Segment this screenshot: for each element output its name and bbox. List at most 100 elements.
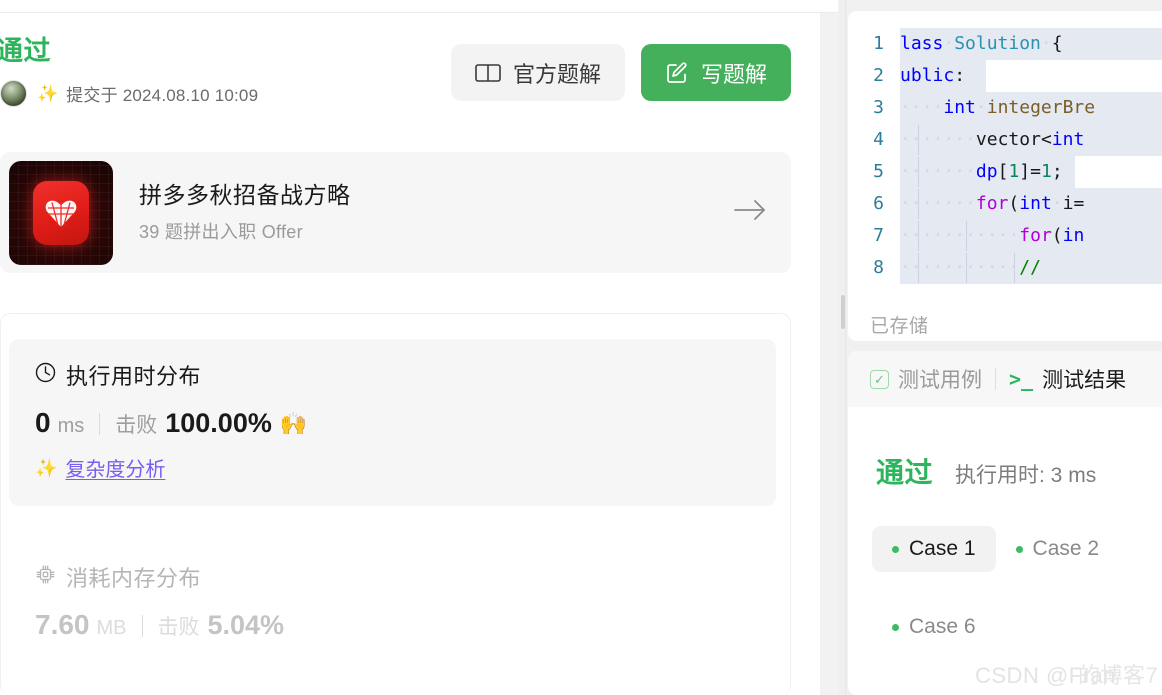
submitted-timestamp: 提交于 2024.08.10 10:09 — [66, 86, 259, 105]
left-panel-scrollbar-track[interactable] — [820, 13, 838, 695]
line-number: 5 — [873, 161, 884, 182]
line-number: 8 — [873, 257, 884, 278]
code-line-content[interactable]: ·······for(int·i= — [900, 188, 1162, 220]
code-token: · — [997, 257, 1009, 278]
promo-thumbnail — [9, 160, 113, 265]
code-line-content[interactable]: ···········// — [900, 252, 1162, 284]
official-solution-button[interactable]: 官方题解 — [450, 44, 625, 101]
code-line[interactable]: 5 ·······dp[1]=1; — [848, 156, 1162, 188]
code-editor[interactable]: 1 lass·Solution·{2 ublic: 3 ····int·integerB… — [848, 28, 1162, 284]
metric-separator — [141, 615, 143, 637]
code-line-content[interactable]: ···········for(in — [900, 220, 1162, 252]
tab-test-cases-label: 测试用例 — [898, 369, 982, 392]
code-token: · — [910, 129, 922, 150]
code-line[interactable]: 2 ublic: — [848, 60, 1162, 92]
memory-distribution-block[interactable]: 消耗内存分布 7.60 MB 击败 5.04% — [9, 541, 776, 661]
code-line[interactable]: 1 lass·Solution·{ — [848, 28, 1162, 60]
code-token: · — [921, 257, 933, 278]
code-token: · — [986, 257, 998, 278]
code-token: [ — [997, 161, 1009, 182]
code-token: · — [954, 129, 966, 150]
code-token: · — [910, 225, 922, 246]
code-editor-card[interactable]: 1 lass·Solution·{2 ublic: 3 ····int·integerB… — [848, 11, 1162, 341]
runtime-beat-label: 击败 — [115, 414, 158, 437]
write-solution-button[interactable]: 写题解 — [640, 44, 791, 101]
code-line[interactable]: 4 ·······vector<int — [848, 124, 1162, 156]
pencil-square-icon — [665, 61, 689, 85]
terminal-icon: >_ — [1009, 367, 1034, 391]
code-token: · — [1008, 225, 1020, 246]
test-case-list-row-2: Case 6 — [872, 604, 996, 650]
test-case-list-row-1: Case 1 Case 2 — [872, 526, 1162, 572]
test-case-chip[interactable]: Case 2 — [996, 526, 1120, 572]
write-solution-label: 写题解 — [700, 61, 767, 87]
code-token: · — [921, 129, 933, 150]
memory-unit: MB — [96, 617, 127, 639]
complexity-analysis-link[interactable]: ✨ 复杂度分析 — [35, 453, 165, 482]
raising-hands-icon: 🙌 — [279, 411, 308, 436]
case-status-dot — [892, 623, 899, 631]
code-line[interactable]: 3 ····int·integerBre — [848, 92, 1162, 124]
runtime-unit: ms — [57, 415, 85, 437]
code-token: for — [975, 193, 1009, 214]
code-line-content[interactable]: ·······vector<int — [900, 124, 1162, 156]
tab-separator — [995, 368, 996, 390]
line-number: 4 — [873, 129, 884, 150]
code-line-content[interactable]: ublic: — [900, 60, 1162, 92]
avatar[interactable] — [0, 80, 27, 107]
code-token: int — [1051, 129, 1085, 150]
code-line[interactable]: 8 ···········// — [848, 252, 1162, 284]
code-line-content[interactable]: ·······dp[1]=1; — [900, 156, 1162, 188]
code-line[interactable]: 7 ···········for(in — [848, 220, 1162, 252]
memory-metric-row: 7.60 MB 击败 5.04% — [35, 609, 750, 641]
submission-verdict: 通过 — [0, 36, 51, 66]
code-token: ublic — [900, 65, 955, 86]
indent-guide — [918, 125, 919, 155]
code-token: · — [954, 193, 966, 214]
code-token: · — [1040, 33, 1052, 54]
code-line-content[interactable]: lass·Solution·{ — [900, 28, 1162, 60]
promo-card[interactable]: 拼多多秋招备战方略 39 题拼出入职 Offer — [0, 152, 791, 273]
code-token: · — [954, 257, 966, 278]
code-token: · — [900, 225, 911, 246]
code-token: · — [943, 161, 955, 182]
code-token: · — [943, 33, 955, 54]
code-token: · — [965, 129, 976, 150]
test-case-chip[interactable]: Case 6 — [872, 604, 996, 650]
official-solution-label: 官方题解 — [512, 61, 601, 87]
complexity-analysis-label: 复杂度分析 — [65, 459, 166, 481]
code-token: · — [921, 97, 933, 118]
code-token: · — [932, 193, 944, 214]
code-token: vector — [975, 129, 1041, 150]
code-token: for — [1019, 225, 1052, 246]
indent-guide — [918, 189, 919, 219]
code-token: · — [932, 225, 944, 246]
memory-percent: 5.04% — [207, 610, 285, 640]
code-token: int — [943, 97, 976, 118]
selection-gap — [1075, 156, 1162, 188]
code-token: · — [900, 193, 911, 214]
code-token: · — [900, 161, 911, 182]
runtime-heading: 执行用时分布 — [35, 359, 750, 391]
code-line[interactable]: 6 ·······for(int·i= — [848, 188, 1162, 220]
selection-gap — [986, 60, 1162, 92]
line-number: 7 — [873, 225, 884, 246]
sparkles-icon: ✨ — [35, 457, 58, 478]
code-token: ; — [1051, 161, 1063, 182]
code-token: ( — [1008, 193, 1020, 214]
test-case-chip[interactable]: Case 1 — [872, 526, 996, 572]
test-verdict: 通过 — [876, 457, 934, 488]
code-token: · — [975, 257, 987, 278]
code-token: · — [943, 129, 955, 150]
submitter-row: ✨ 提交于 2024.08.10 10:09 — [0, 80, 258, 107]
line-number: 3 — [873, 97, 884, 118]
heart-logo-icon — [33, 180, 89, 245]
line-number: 2 — [873, 65, 884, 86]
code-line-content[interactable]: ····int·integerBre — [900, 92, 1162, 124]
panel-divider-line — [845, 0, 846, 695]
saved-status-label: 已存储 — [870, 316, 929, 337]
runtime-distribution-block[interactable]: 执行用时分布 0 ms 击败 100.00% 🙌 ✨ 复杂度分析 — [9, 339, 776, 506]
tab-test-cases[interactable]: ✓ 测试用例 — [870, 364, 982, 394]
panel-resize-handle[interactable] — [841, 295, 845, 329]
tab-test-result[interactable]: >_ 测试结果 — [1009, 364, 1126, 394]
